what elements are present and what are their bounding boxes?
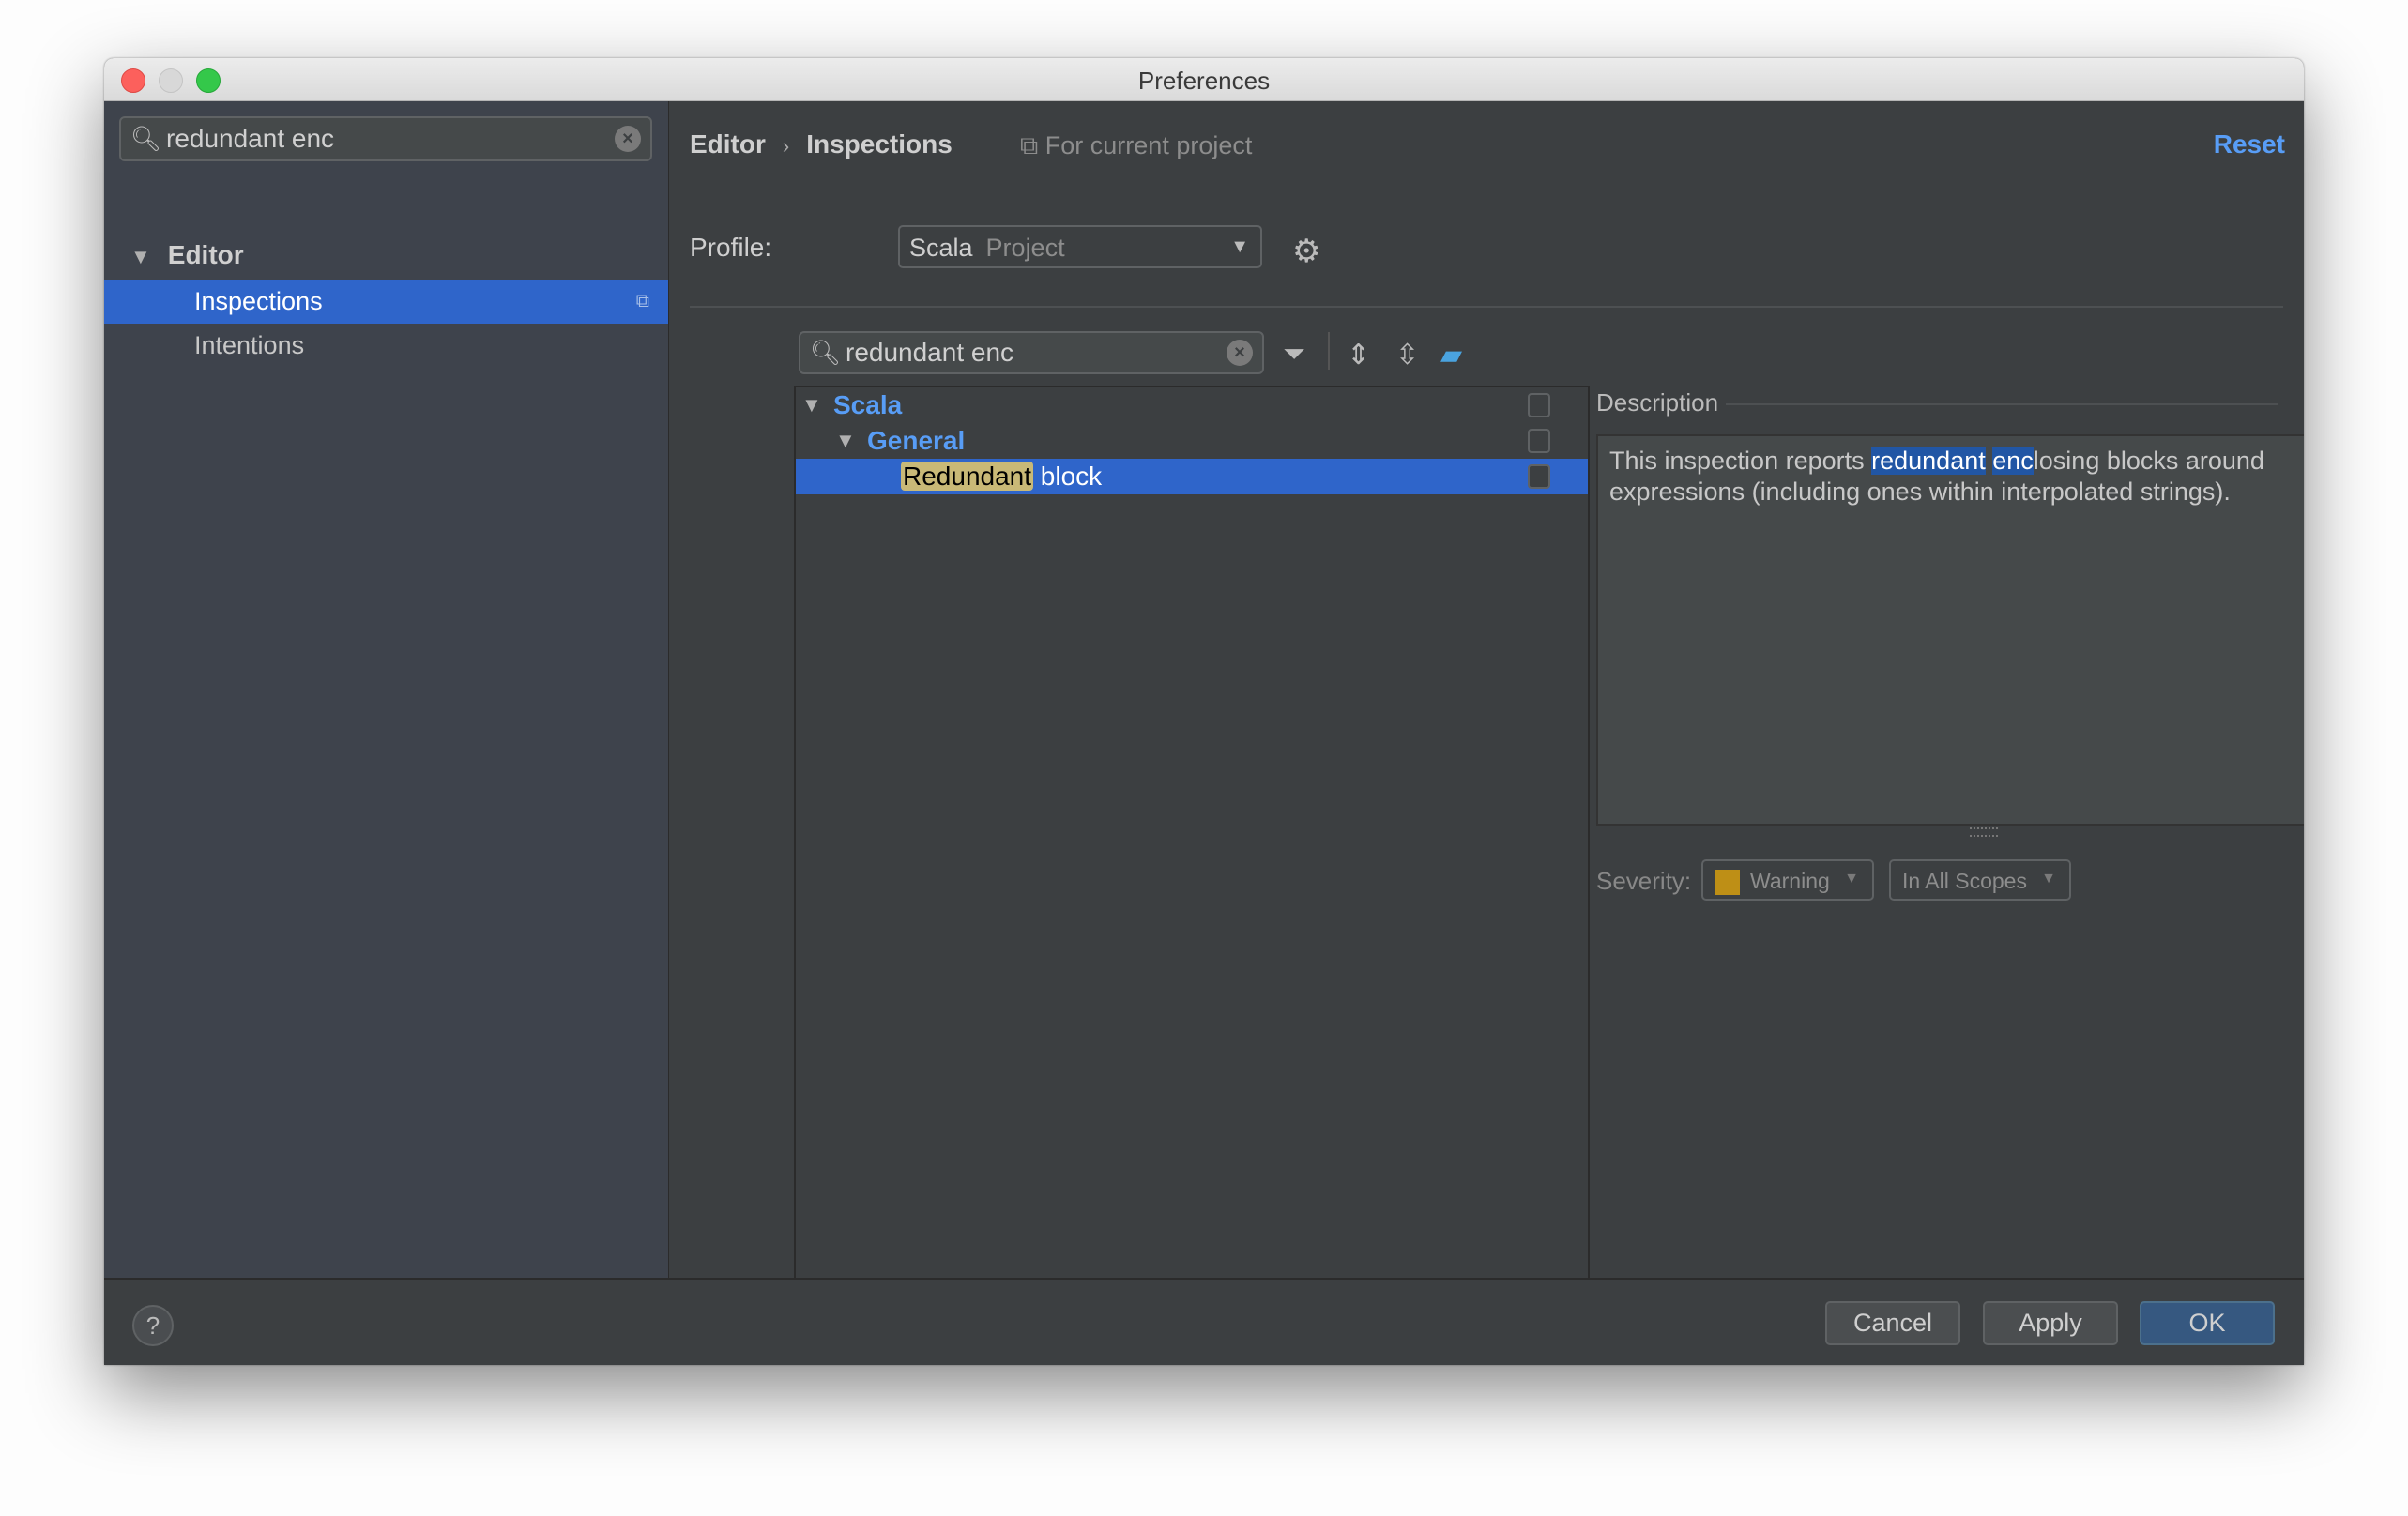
filter-icon[interactable]: ⏷ [1283, 339, 1305, 371]
scope-note: ⧉ For current project [1020, 131, 1253, 159]
tree-row-general[interactable]: ▼ General [796, 423, 1588, 459]
sidebar-search-value: redundant enc [166, 124, 335, 153]
clear-search-icon[interactable]: × [1227, 340, 1253, 366]
tree-row-scala[interactable]: ▼ Scala [796, 387, 1588, 423]
inspection-tree: ▼ Scala ▼ General Redundant block [794, 386, 1590, 1281]
expand-triangle-icon[interactable]: ▼ [835, 423, 856, 459]
divider [1726, 403, 2278, 405]
sidebar: 🔍︎ redundant enc × ▼ Editor Inspections ⧉… [104, 101, 669, 1278]
scope-dropdown[interactable]: In All Scopes ▼ [1889, 859, 2071, 901]
preferences-window: Preferences 🔍︎ redundant enc × ▼ Editor I… [104, 58, 2304, 1365]
description-label: Description [1596, 388, 1719, 417]
profile-dropdown[interactable]: Scala Project ▼ [898, 225, 1262, 268]
description-text: This inspection reports redundant enclos… [1596, 434, 2304, 826]
sidebar-group-editor[interactable]: ▼ Editor [130, 240, 244, 270]
search-icon: 🔍︎ [130, 124, 162, 153]
apply-button[interactable]: Apply [1983, 1301, 2118, 1345]
enable-checkbox[interactable] [1528, 393, 1550, 417]
severity-label: Severity: [1596, 867, 1692, 895]
sidebar-search-input[interactable]: 🔍︎ redundant enc × [119, 116, 652, 161]
reset-to-defaults-eraser-icon[interactable]: ▰ [1440, 339, 1462, 371]
severity-color-swatch [1715, 870, 1740, 895]
chevron-down-icon: ▼ [1230, 236, 1249, 257]
tree-search-input[interactable]: 🔍︎ redundant enc × [799, 331, 1264, 374]
expand-all-icon[interactable]: ⇕ [1347, 339, 1370, 371]
enable-checkbox[interactable] [1528, 464, 1550, 489]
sidebar-item-inspections[interactable]: Inspections ⧉ [104, 280, 668, 324]
divider [690, 306, 2283, 308]
search-icon: 🔍︎ [810, 338, 842, 367]
enable-checkbox[interactable] [1528, 429, 1550, 453]
resize-handle[interactable] [1970, 827, 1998, 837]
expand-triangle-icon: ▼ [130, 245, 151, 268]
collapse-all-icon[interactable]: ⇳ [1395, 339, 1419, 371]
help-button[interactable]: ? [132, 1305, 174, 1346]
profile-label: Profile: [690, 233, 772, 262]
reset-link[interactable]: Reset [2214, 129, 2285, 159]
chevron-down-icon: ▼ [2041, 871, 2056, 887]
gear-icon[interactable]: ⚙ [1292, 233, 1320, 270]
clear-search-icon[interactable]: × [615, 126, 641, 152]
ok-button[interactable]: OK [2140, 1301, 2275, 1345]
expand-triangle-icon[interactable]: ▼ [801, 387, 822, 423]
inspections-panel: Editor › Inspections ⧉ For current project… [669, 101, 2304, 1311]
title-bar: Preferences [104, 58, 2304, 101]
window-title: Preferences [1137, 67, 1271, 95]
chevron-down-icon: ▼ [1844, 871, 1859, 887]
project-scope-icon: ⧉ [635, 291, 649, 311]
project-scope-icon: ⧉ [1020, 131, 1045, 159]
breadcrumb: Editor › Inspections [690, 129, 953, 159]
severity-dropdown[interactable]: Warning ▼ [1701, 859, 1874, 901]
tree-row-redundant-block[interactable]: Redundant block [796, 459, 1588, 494]
sidebar-item-intentions[interactable]: Intentions [104, 324, 668, 368]
cancel-button[interactable]: Cancel [1825, 1301, 1960, 1345]
dialog-footer: ? Cancel Apply OK [104, 1278, 2304, 1365]
tree-search-value: redundant enc [846, 338, 1014, 367]
toolbar-separator [1328, 332, 1330, 370]
